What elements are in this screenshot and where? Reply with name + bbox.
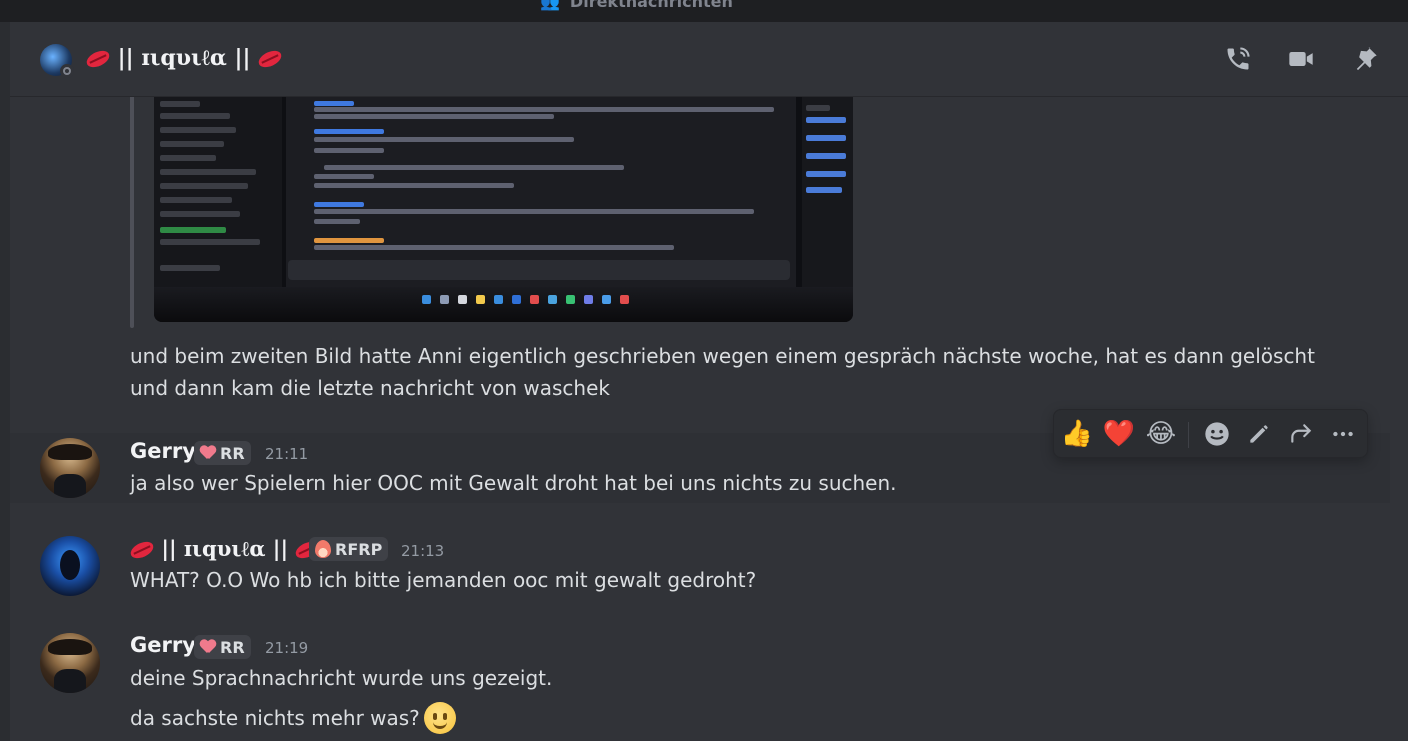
avatar[interactable]	[40, 536, 100, 596]
message-text: deine Sprachnachricht wurde uns gezeigt.	[130, 666, 553, 690]
title-bar-text: Direktnachrichten	[569, 0, 733, 11]
phone-call-icon[interactable]	[1224, 45, 1252, 73]
image-taskbar	[154, 287, 853, 322]
avatar[interactable]	[40, 633, 100, 693]
role-tag[interactable]: RR	[194, 635, 251, 659]
message-text: ja also wer Spielern hier OOC mit Gewalt…	[130, 471, 897, 495]
heart-icon	[200, 446, 216, 460]
kiss-mark-emoji	[258, 49, 282, 69]
embed-accent-bar	[130, 97, 134, 328]
author-name[interactable]: || ɪιqυιℓα ||	[130, 536, 319, 562]
sidebar-edge	[0, 22, 10, 741]
heart-icon	[200, 640, 216, 654]
timestamp: 21:13	[401, 542, 445, 560]
title-bar: 👥 Direktnachrichten	[0, 0, 1408, 22]
role-tag[interactable]: RR	[194, 441, 251, 465]
author-name[interactable]: Gerry	[130, 633, 196, 657]
avatar[interactable]	[40, 438, 100, 498]
kiss-mark-emoji	[86, 49, 110, 69]
attached-image[interactable]	[154, 97, 853, 322]
video-camera-icon[interactable]	[1287, 45, 1315, 73]
more-icon[interactable]	[1326, 418, 1360, 450]
thumbs-up-reaction-button[interactable]: 👍	[1060, 418, 1094, 450]
status-indicator	[60, 64, 74, 78]
message-text: da sachste nichts mehr was?	[130, 702, 456, 734]
kiss-mark-emoji	[130, 540, 154, 560]
message-actions-toolbar: 👍 ❤️ 😂	[1053, 409, 1368, 458]
timestamp: 21:19	[265, 639, 309, 657]
dm-recipient-name[interactable]: || ɪιqυιℓα ||	[86, 45, 282, 71]
message-text: WHAT? O.O Wo hb ich bitte jemanden ooc m…	[130, 568, 757, 592]
edit-icon[interactable]	[1242, 418, 1276, 450]
add-reaction-icon[interactable]	[1200, 418, 1234, 450]
forward-icon[interactable]	[1284, 418, 1318, 450]
role-tag[interactable]: RFRP	[309, 537, 389, 561]
image-member-list	[802, 97, 853, 297]
channel-header: || ɪιqυιℓα ||	[10, 22, 1408, 97]
toolbar-divider	[1188, 422, 1189, 448]
timestamp: 21:11	[265, 445, 309, 463]
slight-smile-emoji	[423, 702, 456, 734]
image-message-input	[288, 260, 790, 280]
heart-reaction-button[interactable]: ❤️	[1102, 418, 1136, 450]
image-channel-list	[154, 97, 282, 297]
author-name[interactable]: Gerry	[130, 439, 196, 463]
message-row[interactable]: Gerry RR 21:19 deine Sprachnachricht wur…	[10, 626, 1390, 741]
flame-icon	[315, 540, 331, 558]
pin-icon[interactable]	[1351, 45, 1379, 73]
laugh-reaction-button[interactable]: 😂	[1144, 418, 1178, 450]
users-icon: 👥	[540, 0, 560, 11]
message-row[interactable]: || ɪιqυιℓα || RFRP 21:13 WHAT? O.O Wo hb…	[10, 528, 1390, 600]
message-text: und beim zweiten Bild hatte Anni eigentl…	[130, 344, 1315, 400]
